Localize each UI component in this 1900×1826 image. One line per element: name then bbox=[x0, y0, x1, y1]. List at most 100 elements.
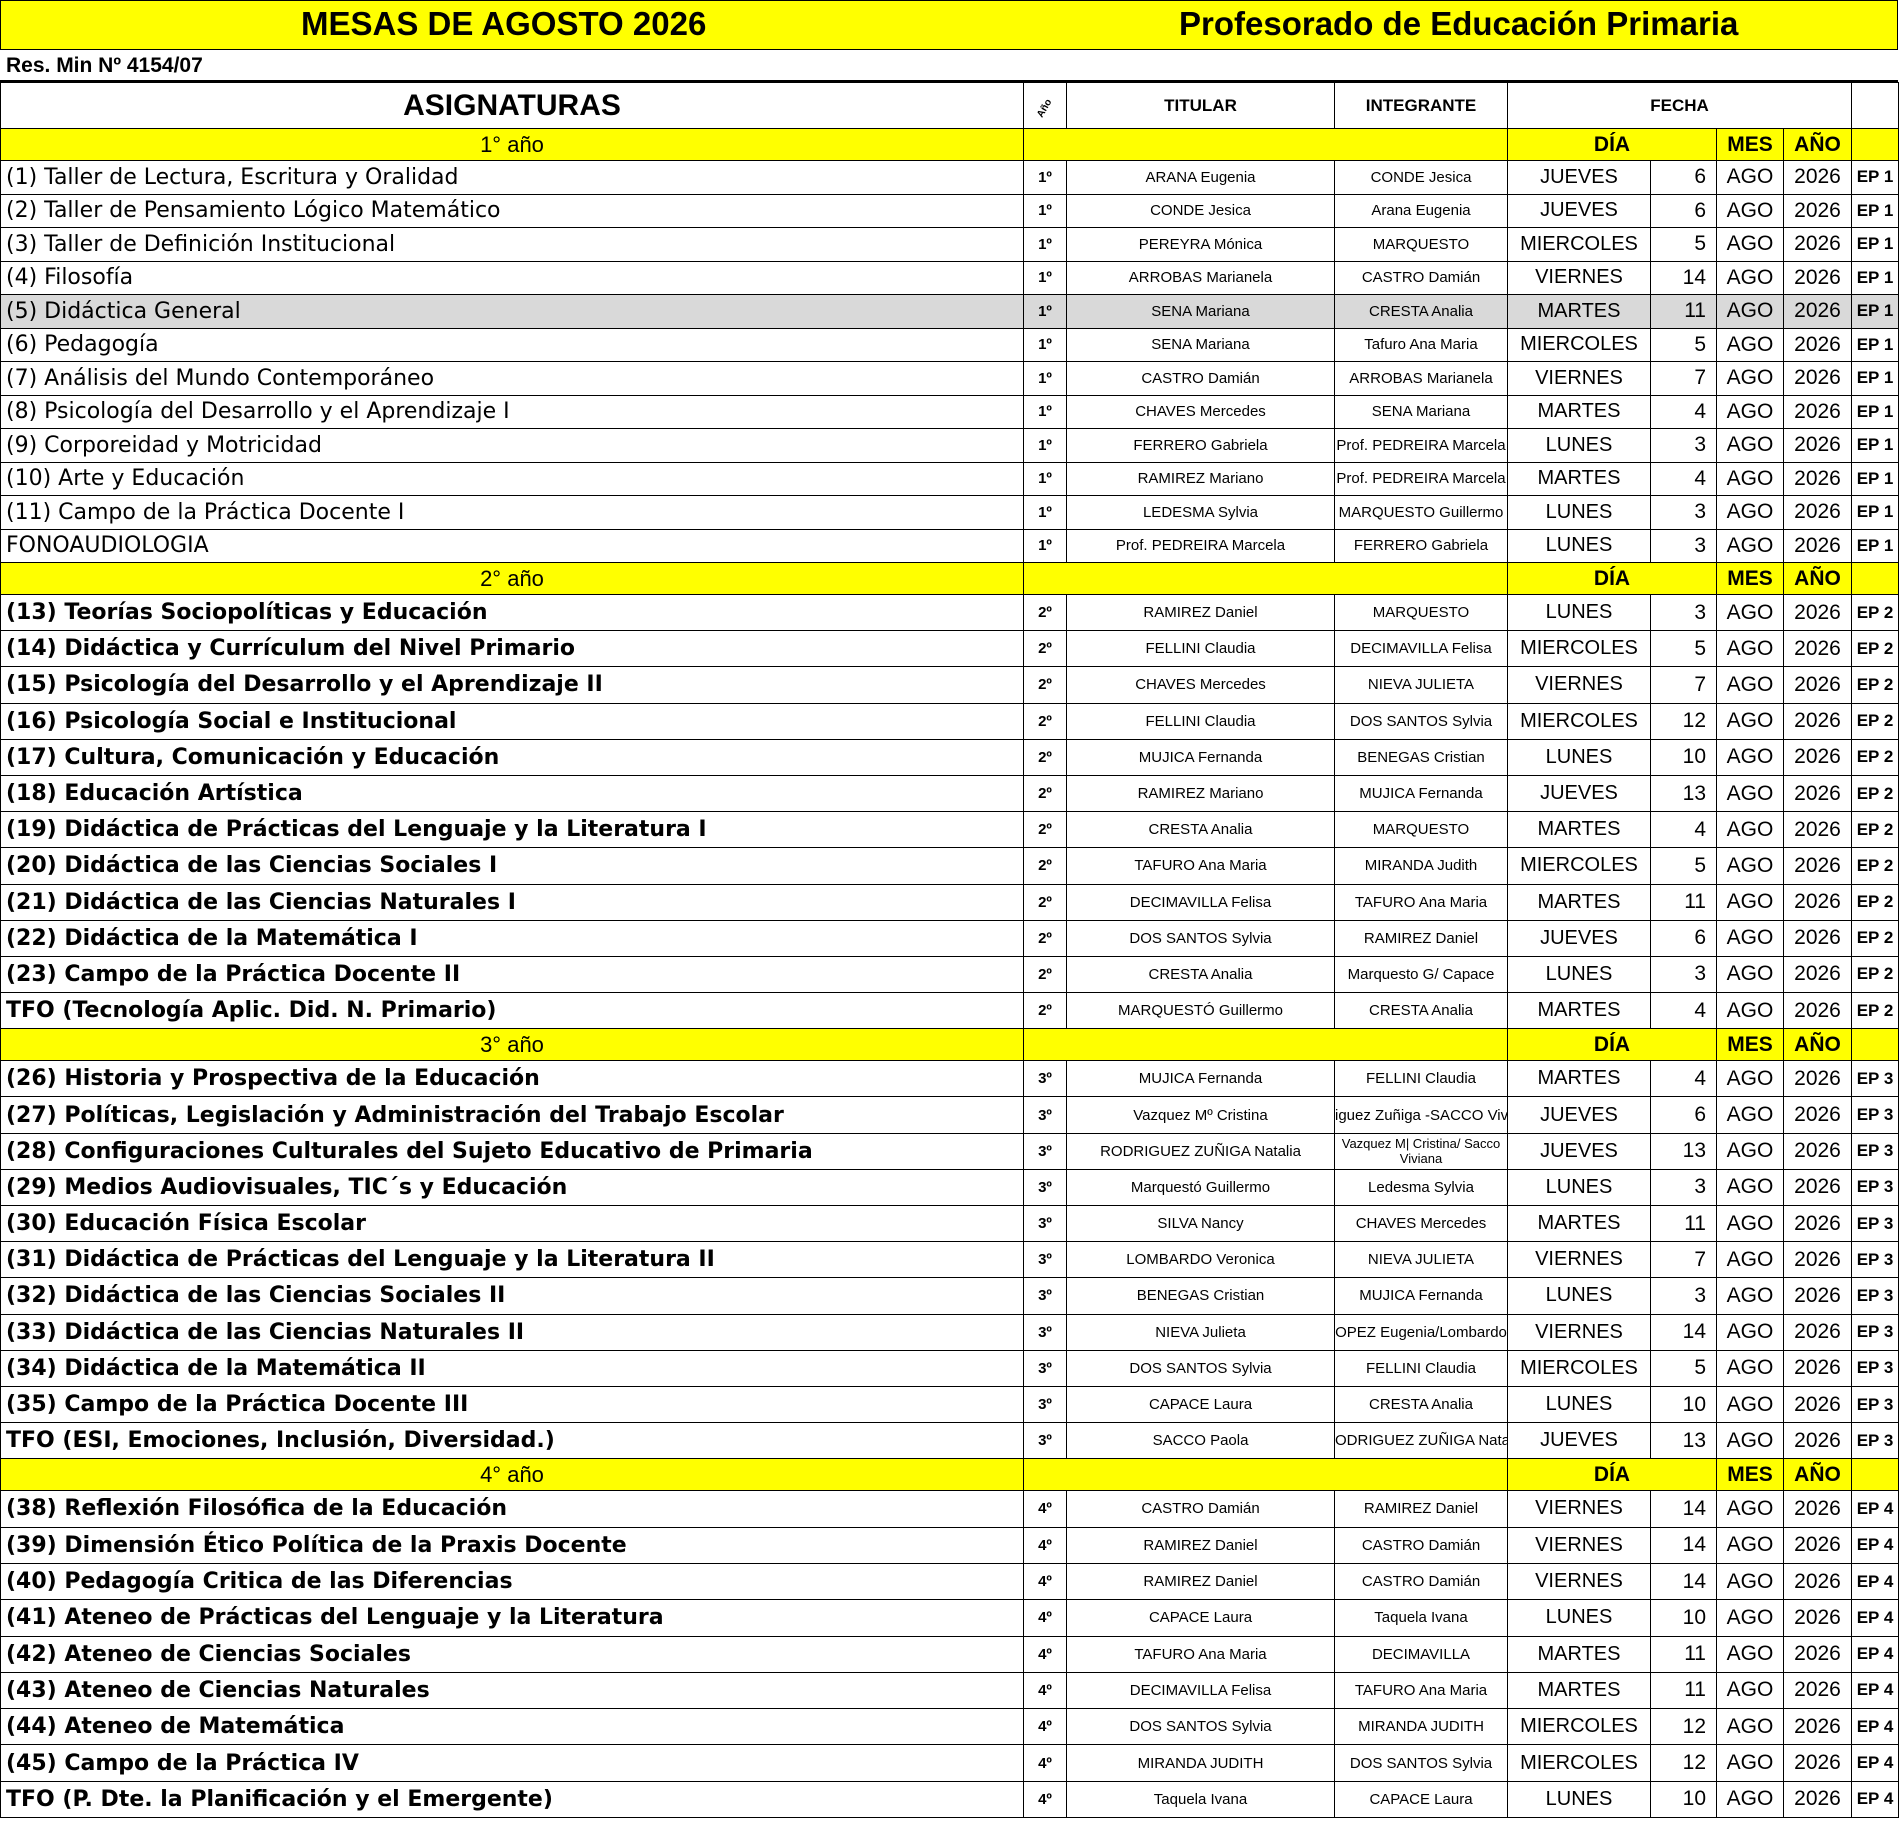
exam-day: MIERCOLES bbox=[1507, 1744, 1651, 1782]
exam-month: AGO bbox=[1716, 1060, 1784, 1098]
exam-day: MARTES bbox=[1507, 1671, 1651, 1710]
exam-month: AGO bbox=[1716, 847, 1784, 885]
ep-code: EP 3 bbox=[1851, 1313, 1899, 1351]
titular-name: CHAVES Mercedes bbox=[1066, 666, 1335, 704]
subject-name: (27) Políticas, Legislación y Administra… bbox=[0, 1096, 1024, 1134]
year-header-blank bbox=[1023, 1028, 1508, 1062]
table-row: (4) Filosofía 1º ARROBAS Marianela CASTRO D… bbox=[0, 260, 1899, 295]
integrante-name: Prof. PEDREIRA Marcela bbox=[1334, 428, 1508, 463]
table-row: (1) Taller de Lectura, Escritura y Orali… bbox=[0, 160, 1899, 195]
ep-code: EP 3 bbox=[1851, 1241, 1899, 1279]
exam-year: 2026 bbox=[1783, 811, 1852, 849]
table-row: (5) Didáctica General 1º SENA Mariana CREST… bbox=[0, 294, 1899, 329]
ep-code: EP 3 bbox=[1851, 1168, 1899, 1207]
exam-month: AGO bbox=[1716, 1277, 1784, 1315]
exam-year: 2026 bbox=[1783, 1313, 1852, 1351]
exam-month: AGO bbox=[1716, 227, 1784, 262]
exam-day: JUEVES bbox=[1507, 1096, 1651, 1134]
exam-date: 14 bbox=[1650, 1562, 1717, 1601]
course-year: 4º bbox=[1023, 1562, 1067, 1601]
titular-name: LOMBARDO Veronica bbox=[1066, 1241, 1335, 1279]
subject-name: (13) Teorías Sociopolíticas y Educación bbox=[0, 593, 1024, 632]
titular-name: CASTRO Damián bbox=[1066, 1490, 1335, 1528]
ep-code: EP 2 bbox=[1851, 992, 1899, 1030]
exam-date: 11 bbox=[1650, 1204, 1717, 1243]
ep-code: EP 1 bbox=[1851, 294, 1899, 329]
exam-day: MIERCOLES bbox=[1507, 1349, 1651, 1387]
ep-code: EP 1 bbox=[1851, 428, 1899, 463]
exam-date: 5 bbox=[1650, 847, 1717, 885]
course-year: 3º bbox=[1023, 1313, 1067, 1351]
exam-date: 10 bbox=[1650, 1780, 1717, 1818]
ep-code: EP 2 bbox=[1851, 774, 1899, 813]
year-header-end bbox=[1851, 562, 1899, 595]
exam-year: 2026 bbox=[1783, 1204, 1852, 1243]
exam-month: AGO bbox=[1716, 528, 1784, 563]
exam-day: MARTES bbox=[1507, 294, 1651, 329]
exam-day: VIERNES bbox=[1507, 361, 1651, 396]
table-row: (2) Taller de Pensamiento Lógico Matemát… bbox=[0, 193, 1899, 228]
ep-code: EP 1 bbox=[1851, 260, 1899, 295]
course-year: 1º bbox=[1023, 495, 1067, 530]
exam-month: AGO bbox=[1716, 1385, 1784, 1424]
subject-name: (9) Corporeidad y Motricidad bbox=[0, 428, 1024, 463]
col-integrante: INTEGRANTE bbox=[1334, 82, 1508, 129]
year-header-row: 4° año DÍA MES AÑO bbox=[0, 1458, 1899, 1492]
exam-day: VIERNES bbox=[1507, 260, 1651, 295]
table-row: (32) Didáctica de las Ciencias Sociales … bbox=[0, 1277, 1899, 1315]
exam-date: 7 bbox=[1650, 1241, 1717, 1279]
titular-name: SENA Mariana bbox=[1066, 294, 1335, 329]
course-year: 3º bbox=[1023, 1385, 1067, 1424]
titular-name: DECIMAVILLA Felisa bbox=[1066, 883, 1335, 921]
exam-date: 6 bbox=[1650, 1096, 1717, 1134]
exam-date: 4 bbox=[1650, 811, 1717, 849]
subject-name: (43) Ateneo de Ciencias Naturales bbox=[0, 1671, 1024, 1710]
year-header-blank bbox=[1023, 562, 1508, 595]
col-titular: TITULAR bbox=[1066, 82, 1335, 129]
exam-year: 2026 bbox=[1783, 774, 1852, 813]
exam-month: AGO bbox=[1716, 992, 1784, 1030]
exam-year: 2026 bbox=[1783, 1349, 1852, 1387]
exam-month: AGO bbox=[1716, 428, 1784, 463]
exam-date: 11 bbox=[1650, 1671, 1717, 1710]
integrante-name: DECIMAVILLA bbox=[1334, 1635, 1508, 1673]
exam-day: JUEVES bbox=[1507, 193, 1651, 228]
ep-code: EP 1 bbox=[1851, 193, 1899, 228]
subject-name: (1) Taller de Lectura, Escritura y Orali… bbox=[0, 160, 1024, 195]
resolution-text: Res. Min Nº 4154/07 bbox=[6, 54, 203, 77]
titular-name: TAFURO Ana Maria bbox=[1066, 847, 1335, 885]
subject-name: (31) Didáctica de Prácticas del Lenguaje… bbox=[0, 1241, 1024, 1279]
course-year: 2º bbox=[1023, 847, 1067, 885]
subject-name: (7) Análisis del Mundo Contemporáneo bbox=[0, 361, 1024, 396]
exam-date: 7 bbox=[1650, 666, 1717, 704]
integrante-name: MUJICA Fernanda bbox=[1334, 774, 1508, 813]
exam-day: LUNES bbox=[1507, 1385, 1651, 1424]
integrante-name: FELLINI Claudia bbox=[1334, 1349, 1508, 1387]
titular-name: CASTRO Damián bbox=[1066, 361, 1335, 396]
titular-name: BENEGAS Cristian bbox=[1066, 1277, 1335, 1315]
titular-name: RAMIREZ Daniel bbox=[1066, 593, 1335, 632]
titular-name: RODRIGUEZ ZUÑIGA Natalia bbox=[1066, 1132, 1335, 1170]
exam-day: LUNES bbox=[1507, 428, 1651, 463]
exam-year: 2026 bbox=[1783, 1526, 1852, 1564]
subject-name: TFO (P. Dte. la Planificación y el Emerg… bbox=[0, 1780, 1024, 1818]
course-year: 1º bbox=[1023, 160, 1067, 195]
table-row: (22) Didáctica de la Matemática I 2º DOS S… bbox=[0, 919, 1899, 957]
titular-name: RAMIREZ Mariano bbox=[1066, 774, 1335, 813]
exam-date: 14 bbox=[1650, 1526, 1717, 1564]
exam-day: VIERNES bbox=[1507, 1490, 1651, 1528]
exam-day: JUEVES bbox=[1507, 160, 1651, 195]
exam-month: AGO bbox=[1716, 1490, 1784, 1528]
year-header-mes: MES bbox=[1716, 128, 1784, 161]
course-year: 3º bbox=[1023, 1277, 1067, 1315]
exam-day: MIERCOLES bbox=[1507, 1708, 1651, 1746]
subject-name: (28) Configuraciones Culturales del Suje… bbox=[0, 1132, 1024, 1170]
titular-name: Marquestó Guillermo bbox=[1066, 1168, 1335, 1207]
exam-year: 2026 bbox=[1783, 227, 1852, 262]
exam-month: AGO bbox=[1716, 1780, 1784, 1818]
table-row: TFO (ESI, Emociones, Inclusión, Diversid… bbox=[0, 1422, 1899, 1460]
program-title: Profesorado de Educación Primaria bbox=[1179, 5, 1739, 42]
table-row: (6) Pedagogía 1º SENA Mariana Tafuro Ana Ma… bbox=[0, 327, 1899, 362]
titular-name: TAFURO Ana Maria bbox=[1066, 1635, 1335, 1673]
subject-name: (41) Ateneo de Prácticas del Lenguaje y … bbox=[0, 1599, 1024, 1637]
